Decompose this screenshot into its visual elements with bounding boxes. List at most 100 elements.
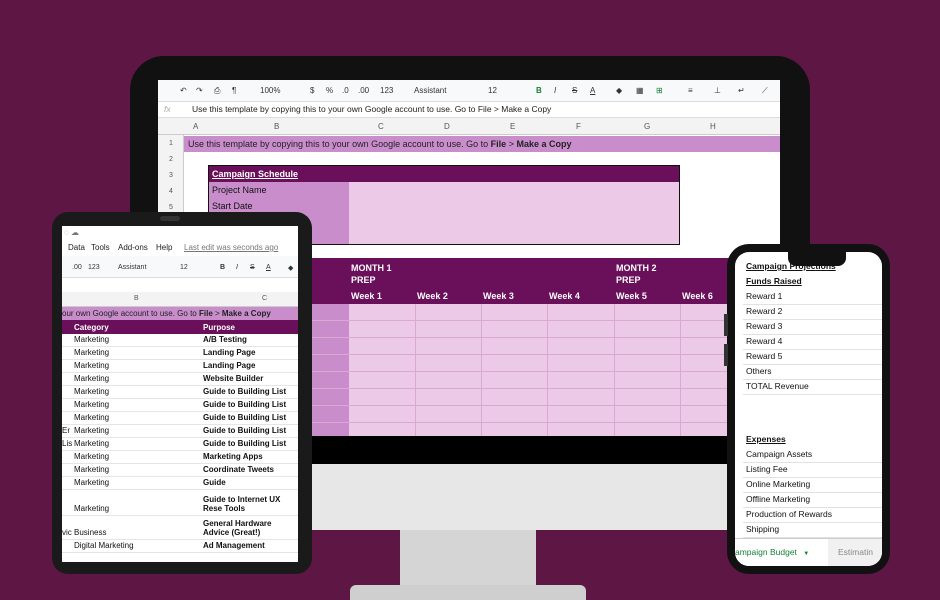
- project-name-label[interactable]: Project Name: [212, 185, 267, 195]
- bold-button[interactable]: B: [536, 86, 542, 95]
- row-header[interactable]: 3: [169, 172, 173, 179]
- month2-prep-label[interactable]: PREP: [616, 275, 641, 285]
- table-row[interactable]: Marketing Landing Page: [62, 347, 298, 360]
- currency-button[interactable]: $: [310, 86, 314, 95]
- strikethrough-button[interactable]: S: [572, 86, 577, 95]
- table-row[interactable]: Marketing Website Builder: [62, 373, 298, 386]
- zoom-select[interactable]: 100%: [260, 86, 280, 95]
- month1-label[interactable]: MONTH 1: [351, 263, 392, 273]
- start-date-label[interactable]: Start Date: [212, 201, 253, 211]
- table-row[interactable]: Er Marketing Guide to Building List: [62, 425, 298, 438]
- expenses-header[interactable]: Expenses: [746, 434, 786, 444]
- format-select[interactable]: 123: [380, 86, 393, 95]
- font-select[interactable]: Assistant: [414, 86, 446, 95]
- row-header[interactable]: 1: [169, 140, 173, 147]
- text-color-button[interactable]: A: [590, 86, 595, 95]
- last-edit-link[interactable]: Last edit was seconds ago: [184, 243, 278, 252]
- expense-item[interactable]: Online Marketing: [746, 479, 810, 489]
- column-header[interactable]: F: [576, 122, 581, 131]
- italic-button[interactable]: I: [554, 86, 556, 95]
- column-header[interactable]: C: [262, 295, 267, 302]
- table-row[interactable]: Marketing Guide to Internet UX Rese Tools: [62, 490, 298, 516]
- funds-raised-header[interactable]: Funds Raised: [746, 276, 802, 286]
- table-row[interactable]: vic Business General Hardware Advice (Grea…: [62, 516, 298, 540]
- column-header[interactable]: B: [134, 295, 139, 302]
- column-header[interactable]: A: [193, 122, 198, 131]
- table-row[interactable]: Marketing Landing Page: [62, 360, 298, 373]
- month2-label[interactable]: MONTH 2: [616, 263, 657, 273]
- decrease-decimal-button[interactable]: .0: [342, 86, 349, 95]
- text-rotate-icon[interactable]: ⟋: [762, 86, 768, 96]
- borders-icon[interactable]: ▦: [636, 86, 644, 95]
- expense-item[interactable]: Listing Fee: [746, 464, 788, 474]
- funds-item[interactable]: Reward 1: [746, 291, 782, 301]
- template-banner[interactable]: Use this template by copying this to you…: [184, 136, 780, 152]
- category-header[interactable]: Category: [74, 323, 109, 332]
- week-header[interactable]: Week 4: [549, 291, 580, 301]
- menu-help[interactable]: Help: [156, 243, 172, 252]
- funds-item[interactable]: Others: [746, 366, 772, 376]
- text-color-button[interactable]: A: [266, 264, 271, 271]
- table-row[interactable]: Marketing Guide: [62, 477, 298, 490]
- table-row[interactable]: Marketing Guide to Building List: [62, 412, 298, 425]
- table-row[interactable]: Marketing A/B Testing: [62, 334, 298, 347]
- fill-color-icon[interactable]: ◆: [616, 86, 622, 95]
- table-row[interactable]: Marketing Guide to Building List: [62, 386, 298, 399]
- fill-color-icon[interactable]: ◆: [288, 264, 293, 272]
- align-horizontal-icon[interactable]: ≡: [688, 86, 693, 95]
- row-header[interactable]: 5: [169, 204, 173, 211]
- schedule-title[interactable]: Campaign Schedule: [209, 166, 679, 182]
- table-row[interactable]: Marketing Guide to Building List: [62, 399, 298, 412]
- expense-item[interactable]: Campaign Assets: [746, 449, 812, 459]
- strikethrough-button[interactable]: S: [250, 264, 255, 271]
- formula-bar[interactable]: fx Use this template by copying this to …: [158, 102, 780, 118]
- expense-item[interactable]: Production of Rewards: [746, 509, 832, 519]
- align-vertical-icon[interactable]: ⊥: [714, 86, 721, 95]
- tab-estimating[interactable]: Estimatin: [838, 547, 873, 557]
- decimal-button[interactable]: .00: [72, 264, 82, 271]
- bold-button[interactable]: B: [220, 264, 225, 271]
- font-size-select[interactable]: 12: [180, 264, 188, 271]
- week-header[interactable]: Week 2: [417, 291, 448, 301]
- month1-prep-label[interactable]: PREP: [351, 275, 376, 285]
- column-header[interactable]: H: [710, 122, 716, 131]
- paint-format-icon[interactable]: ¶: [232, 86, 236, 95]
- table-row[interactable]: Marketing Coordinate Tweets: [62, 464, 298, 477]
- redo-icon[interactable]: ↷: [196, 86, 203, 95]
- menu-add-ons[interactable]: Add-ons: [118, 243, 148, 252]
- italic-button[interactable]: I: [236, 264, 238, 271]
- table-row[interactable]: Lis Marketing Guide to Building List: [62, 438, 298, 451]
- tab-campaign-budget[interactable]: ampaign Budget ▼: [735, 539, 828, 566]
- funds-item[interactable]: TOTAL Revenue: [746, 381, 809, 391]
- increase-decimal-button[interactable]: .00: [358, 86, 369, 95]
- purpose-header[interactable]: Purpose: [203, 323, 235, 332]
- menu-tools[interactable]: Tools: [91, 243, 110, 252]
- percent-button[interactable]: %: [326, 86, 333, 95]
- week-header[interactable]: Week 3: [483, 291, 514, 301]
- row-header[interactable]: 4: [169, 188, 173, 195]
- funds-item[interactable]: Reward 2: [746, 306, 782, 316]
- format-select[interactable]: 123: [88, 264, 100, 271]
- column-header[interactable]: C: [378, 122, 384, 131]
- row-header[interactable]: 2: [169, 156, 173, 163]
- table-row[interactable]: Digital Marketing Ad Management: [62, 540, 298, 553]
- week-header[interactable]: Week 5: [616, 291, 647, 301]
- text-wrap-icon[interactable]: ↵: [738, 86, 745, 95]
- funds-item[interactable]: Reward 4: [746, 336, 782, 346]
- print-icon[interactable]: ⎙: [214, 86, 220, 96]
- week-header[interactable]: Week 6: [682, 291, 713, 301]
- column-header[interactable]: G: [644, 122, 650, 131]
- week-header[interactable]: Week 1: [351, 291, 382, 301]
- font-size-select[interactable]: 12: [488, 86, 497, 95]
- font-select[interactable]: Assistant: [118, 264, 146, 271]
- merge-cells-icon[interactable]: ⊞: [656, 86, 663, 95]
- undo-icon[interactable]: ↶: [180, 86, 187, 95]
- expense-item[interactable]: Shipping: [746, 524, 779, 534]
- column-header[interactable]: D: [444, 122, 450, 131]
- funds-item[interactable]: Reward 3: [746, 321, 782, 331]
- funds-item[interactable]: Reward 5: [746, 351, 782, 361]
- menu-data[interactable]: Data: [68, 243, 85, 252]
- tablet-template-banner[interactable]: our own Google account to use. Go to Fil…: [62, 307, 298, 320]
- column-header[interactable]: B: [274, 122, 279, 131]
- formula-content[interactable]: Use this template by copying this to you…: [192, 104, 551, 114]
